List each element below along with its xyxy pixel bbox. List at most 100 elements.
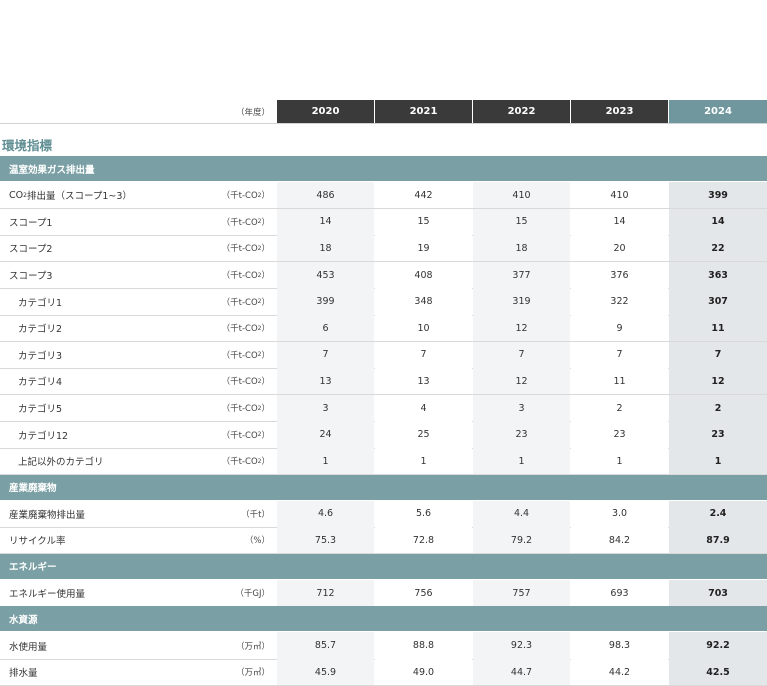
value-cell-2021: 25 [375, 421, 472, 448]
table-row: カテゴリ4 （千t-CO 2） 13 13 12 11 12 [0, 368, 767, 395]
row-unit: （千t-CO 2） [221, 350, 270, 361]
value: 13 [319, 375, 332, 387]
value: 1 [616, 455, 623, 467]
year-header-2023: 2023 [571, 100, 668, 123]
value-cell-2021: 19 [375, 235, 472, 262]
value-cell-2022: 3 [473, 394, 570, 422]
value: 45.9 [314, 666, 337, 678]
value-cell-2020: 3 [277, 394, 374, 422]
value-cell-2023: 693 [571, 579, 668, 607]
value: 85.7 [314, 640, 337, 652]
value-cell-2021: 4 [375, 394, 472, 422]
value: 11 [711, 322, 725, 334]
value-cell-2020: 712 [277, 579, 374, 607]
section-header: 産業廃棄物 [0, 474, 767, 500]
year-label: 2023 [605, 106, 634, 117]
value: 23 [613, 429, 626, 441]
value-cell-2023: 44.2 [571, 659, 668, 686]
value: 22 [711, 242, 725, 254]
value: 23 [711, 429, 725, 441]
value: 12 [515, 375, 528, 387]
value-cell-2020: 1 [277, 448, 374, 475]
value: 377 [512, 269, 531, 281]
value-cell-2022: 12 [473, 368, 570, 395]
value: 410 [512, 189, 531, 201]
value: 9 [616, 322, 623, 334]
value-cell-2021: 1 [375, 448, 472, 475]
table-row: スコープ2 （千t-CO 2） 18 19 18 20 22 [0, 235, 767, 262]
table-row: CO 2 排出量（スコープ1~3） （千t-CO 2） 486 442 410 410 399 [0, 182, 767, 209]
year-label: 2024 [704, 106, 732, 117]
value-cell-2023: 84.2 [571, 527, 668, 554]
year-header-2021: 2021 [375, 100, 472, 123]
value: 14 [319, 216, 332, 228]
value: 7 [616, 349, 623, 361]
value: 399 [708, 189, 728, 201]
value: 757 [512, 587, 531, 599]
value-cell-2020: 75.3 [277, 527, 374, 554]
value: 14 [613, 216, 626, 228]
value: 7 [322, 349, 329, 361]
value: 5.6 [415, 508, 432, 520]
value: 4 [420, 402, 427, 414]
value-cell-2023: 11 [571, 368, 668, 395]
value-cell-2023: 9 [571, 315, 668, 342]
section-header: 温室効果ガス排出量 [0, 156, 767, 181]
value-cell-2022: 377 [473, 261, 570, 289]
year-label: 2020 [311, 106, 340, 117]
value: 44.7 [510, 666, 533, 678]
value: 348 [414, 296, 433, 308]
row-label: CO 2 排出量（スコープ1~3） [9, 189, 132, 203]
value: 88.8 [412, 640, 435, 652]
row-label: 上記以外のカテゴリ [18, 457, 104, 469]
year-header-2020: 2020 [277, 100, 374, 123]
value: 442 [414, 189, 433, 201]
value-cell-2024: 92.2 [669, 632, 767, 659]
value: 72.8 [412, 534, 435, 546]
value: 693 [610, 587, 629, 599]
value: 363 [708, 269, 728, 281]
row-label: カテゴリ5 [18, 404, 63, 416]
value-cell-2020: 14 [277, 208, 374, 236]
value: 376 [610, 269, 629, 281]
value: 3 [518, 402, 525, 414]
value-cell-2024: 42.5 [669, 659, 767, 686]
row-label: 産業廃棄物排出量 [9, 509, 86, 521]
row-unit: （千t） [241, 509, 270, 520]
value: 15 [515, 216, 528, 228]
row-unit: （千t-CO 2） [221, 297, 270, 308]
value: 7 [714, 349, 722, 361]
value-cell-2024: 11 [669, 315, 767, 342]
value-cell-2020: 7 [277, 341, 374, 369]
row-label: エネルギー使用量 [9, 589, 86, 601]
value: 408 [414, 269, 433, 281]
value-cell-2022: 1 [473, 448, 570, 475]
value: 18 [515, 242, 528, 254]
value-cell-2024: 363 [669, 261, 767, 289]
value: 703 [708, 587, 728, 599]
value-cell-2024: 7 [669, 341, 767, 369]
value-cell-2020: 18 [277, 235, 374, 262]
value: 20 [613, 242, 626, 254]
table-row: 水使用量 （万㎥） 85.7 88.8 92.3 98.3 92.2 [0, 632, 767, 659]
value-cell-2024: 2.4 [669, 500, 767, 528]
row-label: リサイクル率 [9, 536, 66, 548]
value-cell-2023: 2 [571, 394, 668, 422]
value: 13 [417, 375, 430, 387]
value-cell-2023: 1 [571, 448, 668, 475]
value: 49.0 [412, 666, 435, 678]
value-cell-2021: 408 [375, 261, 472, 289]
page-title: 環境指標 [2, 138, 53, 153]
value: 756 [414, 587, 433, 599]
value: 4.6 [317, 508, 334, 520]
value-cell-2023: 23 [571, 421, 668, 448]
value: 11 [613, 375, 626, 387]
section-header: 水資源 [0, 606, 767, 632]
value-cell-2020: 85.7 [277, 632, 374, 659]
value-cell-2024: 307 [669, 288, 767, 315]
value: 25 [417, 429, 430, 441]
row-label: カテゴリ2 [18, 324, 63, 336]
value: 7 [518, 349, 525, 361]
year-header-2024: 2024 [669, 100, 767, 123]
table-row: カテゴリ3 （千t-CO 2） 7 7 7 7 7 [0, 341, 767, 369]
